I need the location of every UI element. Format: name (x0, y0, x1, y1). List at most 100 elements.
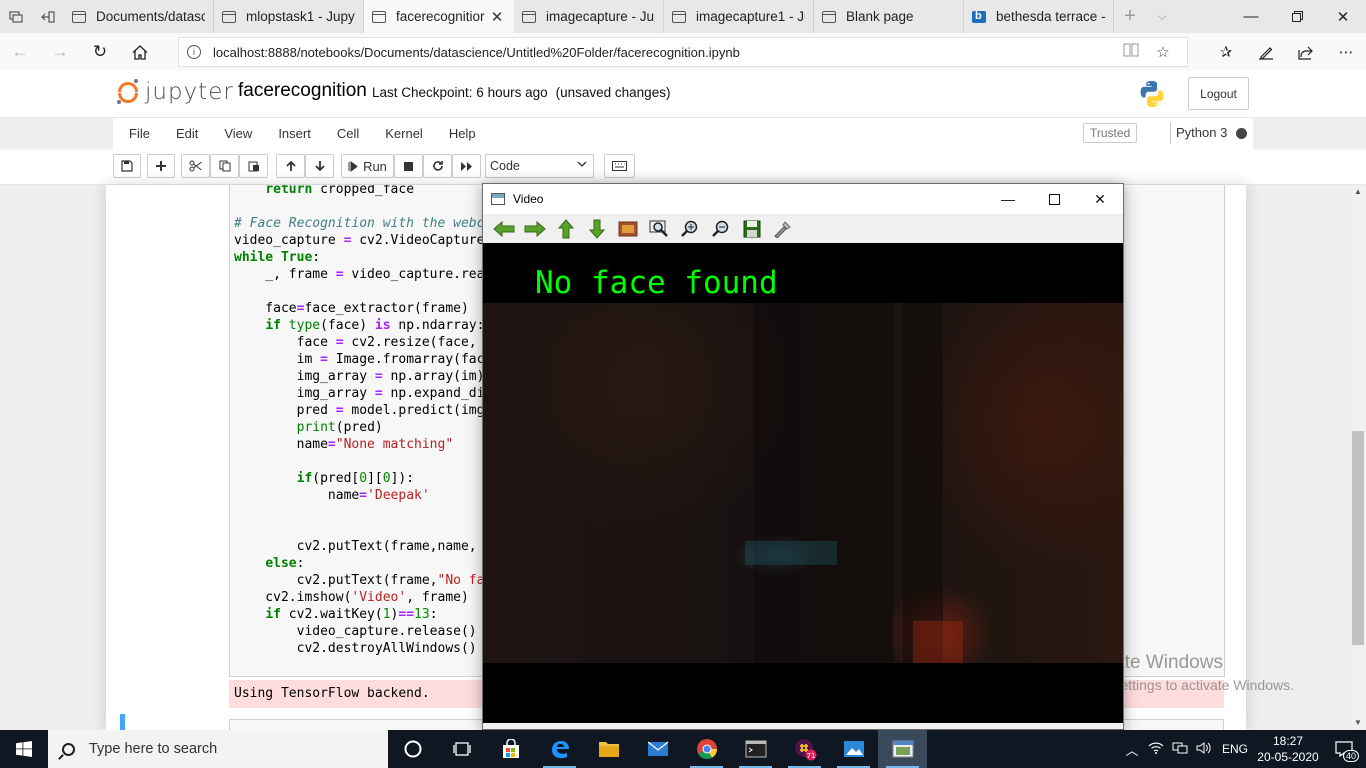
logo-moon (134, 79, 138, 83)
interrupt-button[interactable] (394, 154, 423, 178)
code-line: while True: (234, 250, 321, 265)
restore-icon[interactable] (1274, 0, 1320, 33)
edge-browser-icon[interactable] (535, 730, 584, 768)
video-window[interactable]: Video — ✕ No face found (482, 183, 1124, 730)
close-icon[interactable]: ✕ (1077, 184, 1123, 214)
code-line: video_capture.release() (234, 624, 477, 639)
tab-title: imagecapture - Jup (546, 9, 655, 24)
menu-cell[interactable]: Cell (324, 126, 372, 141)
maximize-icon[interactable] (1031, 184, 1077, 214)
menu-kernel[interactable]: Kernel (372, 126, 436, 141)
browser-tab[interactable]: Documents/datasc (64, 0, 214, 33)
tab-actions-icon[interactable] (0, 0, 32, 33)
chevron-up-icon[interactable]: ︿ (1120, 740, 1144, 759)
microsoft-store-icon[interactable] (486, 730, 535, 768)
browser-tab[interactable]: Blank page (814, 0, 964, 33)
menu-help[interactable]: Help (436, 126, 489, 141)
close-icon[interactable]: ✕ (488, 8, 506, 26)
browser-tab[interactable]: imagecapture1 - Ju (664, 0, 814, 33)
notebook-toolbar: Run Code (0, 149, 1366, 185)
restart-run-all-button[interactable] (452, 154, 481, 178)
trusted-indicator[interactable]: Trusted (1083, 123, 1138, 143)
scroll-down-arrow-icon[interactable]: ▼ (1350, 716, 1366, 730)
favorites-icon[interactable]: ✰ (1206, 33, 1246, 71)
menu-file[interactable]: File (113, 126, 163, 141)
menu-insert[interactable]: Insert (265, 126, 324, 141)
home-icon[interactable] (120, 33, 160, 71)
forward-arrow-icon[interactable]: → (40, 33, 80, 71)
chevron-down-icon[interactable]: ⌵ (1146, 0, 1178, 33)
cell-type-select[interactable]: Code (485, 154, 594, 178)
properties-icon[interactable] (767, 216, 798, 242)
browser-tab[interactable]: imagecapture - Jup (514, 0, 664, 33)
browser-tab[interactable]: bethesda terrace - (964, 0, 1114, 33)
refresh-icon[interactable]: ↻ (80, 33, 120, 71)
run-button[interactable]: Run (341, 154, 394, 178)
image-icon[interactable] (612, 216, 643, 242)
url-text[interactable]: localhost:8888/notebooks/Documents/datas… (213, 45, 1115, 60)
jupyter-logo[interactable]: jupyter (117, 79, 234, 105)
kernel-busy-indicator-icon (1236, 128, 1247, 139)
reading-view-icon[interactable] (1115, 43, 1147, 61)
clock[interactable]: 18:27 20-05-2020 (1254, 733, 1322, 765)
windows-start-icon[interactable] (0, 730, 48, 768)
restart-button[interactable] (423, 154, 452, 178)
volume-icon[interactable] (1192, 741, 1216, 757)
back-arrow-icon[interactable]: ← (0, 33, 40, 71)
close-window-icon[interactable]: ✕ (1320, 0, 1366, 33)
network-icon[interactable] (1168, 742, 1192, 757)
search-icon (62, 742, 75, 756)
zoom-out-icon[interactable] (705, 216, 736, 242)
logout-button[interactable]: Logout (1188, 77, 1249, 110)
scroll-up-arrow-icon[interactable]: ▲ (1350, 185, 1366, 199)
slack-icon[interactable]: 71 (780, 730, 829, 768)
minimize-icon[interactable]: — (985, 184, 1031, 214)
command-palette-button[interactable] (604, 154, 635, 178)
wifi-icon[interactable] (1144, 742, 1168, 757)
star-icon[interactable]: ☆ (1147, 43, 1179, 61)
share-icon[interactable] (1286, 33, 1326, 71)
more-icon[interactable]: ⋯ (1326, 33, 1366, 71)
save-icon[interactable] (736, 216, 767, 242)
code-line: return cropped_face (265, 185, 415, 197)
menu-edit[interactable]: Edit (163, 126, 211, 141)
move-down-button[interactable] (305, 154, 334, 178)
arrow-right-icon[interactable] (519, 216, 550, 242)
python-app-icon[interactable] (878, 730, 927, 768)
move-up-button[interactable] (276, 154, 305, 178)
mail-icon[interactable] (633, 730, 682, 768)
arrow-down-icon[interactable] (581, 216, 612, 242)
terminal-icon[interactable] (731, 730, 780, 768)
zoom-fit-icon[interactable] (643, 216, 674, 242)
minimize-icon[interactable]: — (1228, 0, 1274, 33)
new-tab-icon[interactable]: + (1114, 0, 1146, 33)
cortana-icon[interactable] (388, 730, 437, 768)
video-window-titlebar[interactable]: Video — ✕ (483, 184, 1123, 214)
copy-button[interactable] (210, 154, 239, 178)
arrow-left-icon[interactable] (488, 216, 519, 242)
task-view-icon[interactable] (437, 730, 486, 768)
insert-cell-button[interactable] (147, 154, 175, 178)
scene-glow (745, 541, 837, 565)
chrome-icon[interactable] (682, 730, 731, 768)
browser-tab[interactable]: mlopstask1 - Jupyt (214, 0, 364, 33)
browser-tab-active[interactable]: facerecognitior ✕ (364, 0, 514, 33)
arrow-up-icon[interactable] (550, 216, 581, 242)
paste-button[interactable] (239, 154, 268, 178)
taskbar-search-input[interactable]: Type here to search (48, 730, 388, 768)
scroll-thumb[interactable] (1352, 431, 1364, 645)
set-tabs-aside-icon[interactable] (32, 0, 64, 33)
save-button[interactable] (113, 154, 141, 178)
notification-center-icon[interactable]: 40 (1322, 730, 1366, 768)
pen-icon[interactable] (1246, 33, 1286, 71)
photos-icon[interactable] (829, 730, 878, 768)
url-field[interactable]: i localhost:8888/notebooks/Documents/dat… (178, 37, 1188, 67)
zoom-in-icon[interactable] (674, 216, 705, 242)
page-scrollbar[interactable]: ▲ ▼ (1350, 185, 1366, 730)
info-icon[interactable]: i (187, 45, 201, 59)
language-indicator[interactable]: ENG (1216, 742, 1254, 756)
notebook-name[interactable]: facerecognition (238, 80, 367, 102)
menu-view[interactable]: View (211, 126, 265, 141)
file-explorer-icon[interactable] (584, 730, 633, 768)
cut-button[interactable] (181, 154, 210, 178)
